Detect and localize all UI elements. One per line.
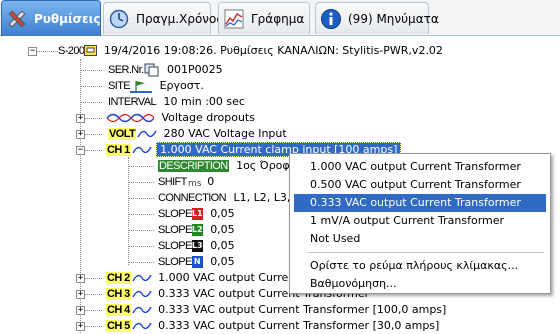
slope-prefix: SLOPE bbox=[158, 256, 192, 268]
sernr-prefix: SER.Nr. bbox=[108, 64, 144, 76]
slope-badge-l3: L3 bbox=[191, 240, 203, 252]
tree-root-row[interactable]: S-200 19/4/2016 19:08:26. Ρυθμίσεις ΚΑΝΑ… bbox=[58, 43, 443, 59]
voltage-dropouts-label: Voltage dropouts bbox=[161, 111, 255, 124]
tab-realtime[interactable]: Πραγμ.Χρόνος bbox=[103, 2, 223, 34]
root-label: 19/4/2016 19:08:26. Ρυθμίσεις ΚΑΝΑΛΙΩΝ: … bbox=[103, 44, 443, 57]
tab-messages[interactable]: (99) Μηνύματα bbox=[315, 2, 439, 34]
tab-messages-label: (99) Μηνύματα bbox=[348, 11, 439, 26]
expand-ch5-button[interactable]: + bbox=[76, 322, 85, 331]
waveform-icon bbox=[106, 111, 155, 125]
expand-volt-button[interactable]: + bbox=[76, 130, 85, 139]
slope-badge-l2: L2 bbox=[191, 224, 203, 236]
ch4-prefix: CH 4 bbox=[106, 304, 131, 316]
site-value: Εργοστ. bbox=[159, 79, 204, 92]
shift-value: 0 bbox=[207, 175, 215, 188]
tree-row-sernr[interactable]: SER.Nr. 001P0025 bbox=[108, 62, 223, 78]
tab-bar: Ρυθμίσεις Πραγμ.Χρόνος Γράφημα (99) Μηνύ… bbox=[0, 0, 560, 36]
slope-value: 0,05 bbox=[210, 207, 235, 220]
ch1-prefix: CH 1 bbox=[106, 144, 131, 156]
expand-ch3-button[interactable]: + bbox=[76, 290, 85, 299]
slope-prefix: SLOPE bbox=[158, 208, 192, 220]
sine-wave-icon bbox=[131, 271, 153, 285]
menu-item-1mva[interactable]: 1 mV/A output Current Transformer bbox=[294, 212, 546, 230]
slope-value: 0,05 bbox=[210, 255, 235, 268]
sine-wave-icon bbox=[131, 143, 153, 157]
tab-settings-label: Ρυθμίσεις bbox=[34, 11, 101, 26]
tree-row-ch4[interactable]: CH 4 0.333 VAC output Current Transforme… bbox=[106, 302, 446, 318]
tree-row-slope-l1[interactable]: SLOPEL1 0,05 bbox=[158, 206, 235, 222]
ch5-prefix: CH 5 bbox=[106, 320, 131, 332]
sine-wave-icon bbox=[131, 287, 153, 301]
device-prefix: S-200 bbox=[58, 45, 85, 57]
tab-realtime-label: Πραγμ.Χρόνος bbox=[136, 11, 224, 26]
info-icon bbox=[320, 8, 342, 30]
menu-item-not-used[interactable]: Not Used bbox=[294, 230, 546, 248]
site-prefix: SITE bbox=[108, 80, 131, 92]
menu-item-calibration[interactable]: Βαθμονόμηση... bbox=[294, 275, 546, 293]
sine-wave-icon bbox=[136, 127, 158, 141]
menu-item-full-scale-current[interactable]: Ορίστε το ρεύμα πλήρους κλίμακας... bbox=[294, 257, 546, 275]
volt-value: 280 VAC Voltage Input bbox=[163, 127, 287, 140]
interval-value: 10 min :00 sec bbox=[163, 95, 245, 108]
sine-wave-icon bbox=[131, 303, 153, 317]
tree-row-shift[interactable]: SHIFT ms 0 bbox=[158, 174, 214, 190]
device-icon bbox=[84, 44, 98, 58]
tree-row-volt[interactable]: VOLT 280 VAC Voltage Input bbox=[108, 126, 287, 142]
tree-row-ch5[interactable]: CH 5 0.333 VAC output Current Transforme… bbox=[106, 318, 439, 334]
volt-prefix: VOLT bbox=[108, 128, 137, 140]
tab-chart[interactable]: Γράφημα bbox=[218, 2, 310, 34]
sernr-value: 001P0025 bbox=[167, 63, 223, 76]
menu-item-1000-vac[interactable]: 1.000 VAC output Current Transformer bbox=[294, 158, 546, 176]
expand-voltage-dropouts-button[interactable]: + bbox=[76, 114, 85, 123]
ch3-prefix: CH 3 bbox=[106, 288, 131, 300]
tab-chart-label: Γράφημα bbox=[251, 11, 305, 26]
sine-wave-icon bbox=[131, 319, 153, 333]
tools-icon bbox=[6, 8, 28, 30]
site-flag-icon bbox=[130, 79, 153, 93]
slope-badge-n: N bbox=[191, 256, 203, 268]
slope-prefix: SLOPE bbox=[158, 240, 192, 252]
slope-value: 0,05 bbox=[210, 223, 235, 236]
collapse-ch1-button[interactable]: − bbox=[76, 146, 85, 155]
tab-settings[interactable]: Ρυθμίσεις bbox=[1, 0, 101, 36]
serial-copy-icon bbox=[144, 63, 160, 77]
chart-icon bbox=[223, 8, 245, 30]
svg-text:ms: ms bbox=[188, 179, 201, 189]
ch5-value: 0.333 VAC output Current Transformer [30… bbox=[158, 319, 440, 332]
menu-item-0333-vac[interactable]: 0.333 VAC output Current Transformer bbox=[294, 194, 546, 212]
connection-prefix: CONNECTION bbox=[158, 192, 227, 204]
ch2-prefix: CH 2 bbox=[106, 272, 131, 284]
tree-row-description[interactable]: DESCRIPTION 1ος Όροφος bbox=[158, 158, 303, 174]
menu-item-0500-vac[interactable]: 0.500 VAC output Current Transformer bbox=[294, 176, 546, 194]
tree-row-slope-l3[interactable]: SLOPEL3 0,05 bbox=[158, 238, 235, 254]
slope-prefix: SLOPE bbox=[158, 224, 192, 236]
tree-row-site[interactable]: SITE Εργοστ. bbox=[108, 78, 204, 94]
context-menu: 1.000 VAC output Current Transformer 0.5… bbox=[289, 153, 551, 294]
expand-ch4-button[interactable]: + bbox=[76, 306, 85, 315]
tree-row-interval[interactable]: INTERVAL 10 min :00 sec bbox=[108, 94, 245, 110]
slope-value: 0,05 bbox=[210, 239, 235, 252]
tree-row-slope-n[interactable]: SLOPE N 0,05 bbox=[158, 254, 235, 270]
menu-separator bbox=[308, 252, 544, 253]
tree-row-connection[interactable]: CONNECTION L1, L2, L3, N bbox=[158, 190, 302, 206]
ch4-value: 0.333 VAC output Current Transformer [10… bbox=[158, 303, 447, 316]
tree-row-slope-l2[interactable]: SLOPEL2 0,05 bbox=[158, 222, 235, 238]
shift-prefix: SHIFT bbox=[158, 176, 187, 188]
description-prefix: DESCRIPTION bbox=[158, 160, 229, 172]
collapse-root-button[interactable]: − bbox=[28, 47, 37, 56]
interval-prefix: INTERVAL bbox=[108, 96, 157, 108]
expand-ch2-button[interactable]: + bbox=[76, 274, 85, 283]
tree-row-voltage-dropouts[interactable]: Voltage dropouts bbox=[106, 110, 255, 126]
slope-badge-l1: L1 bbox=[191, 208, 203, 220]
clock-icon bbox=[108, 8, 130, 30]
phase-shift-icon: ms bbox=[187, 175, 202, 189]
